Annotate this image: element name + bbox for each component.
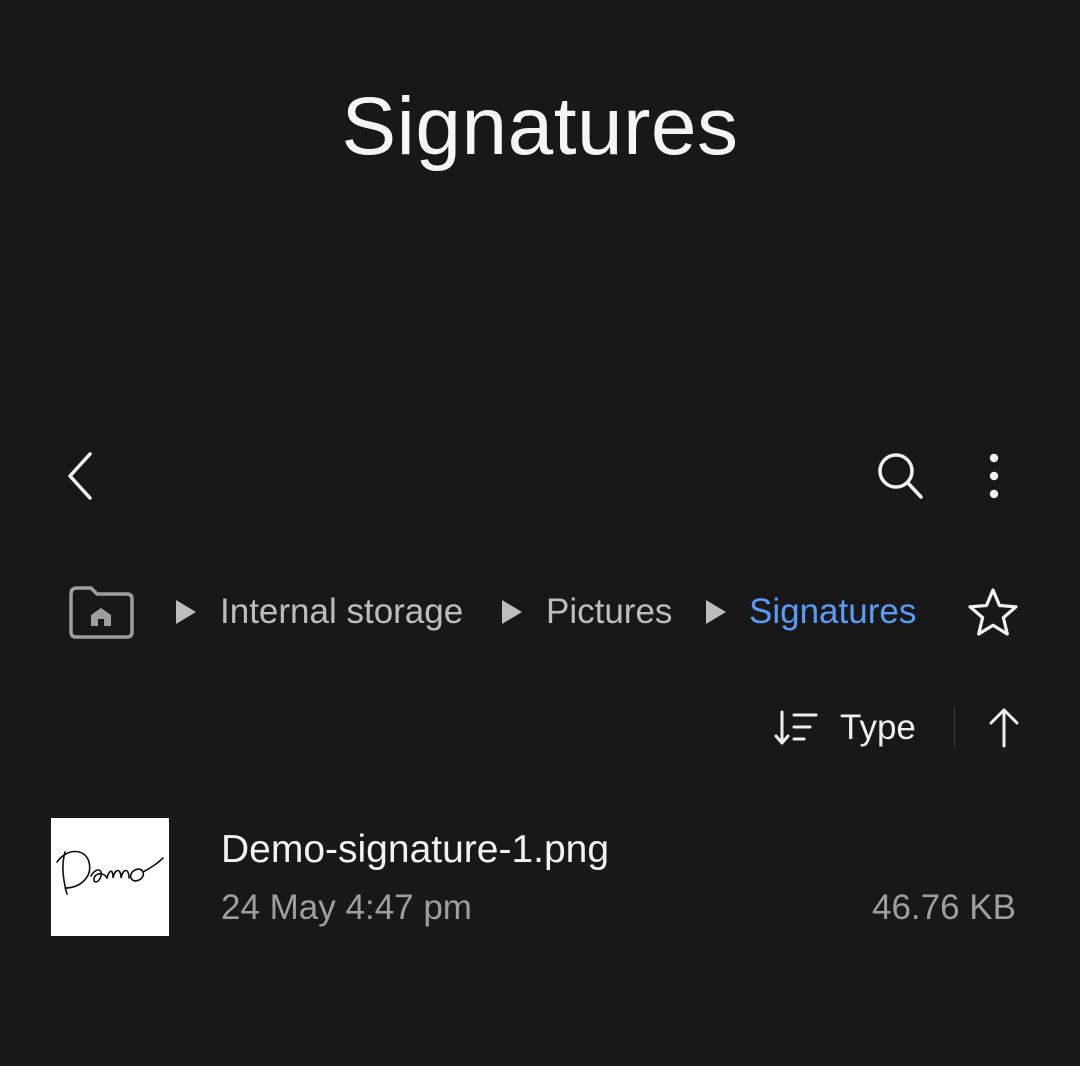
breadcrumb-separator-icon [176, 600, 196, 624]
toolbar [0, 440, 1080, 512]
file-list-item[interactable]: Demo-signature-1.png 24 May 4:47 pm 46.7… [0, 806, 1080, 950]
sort-type-button[interactable]: Type [774, 700, 916, 756]
sort-divider [954, 706, 955, 748]
file-size: 46.76 KB [872, 888, 1016, 927]
breadcrumb-separator-icon [502, 600, 522, 624]
sort-direction-button[interactable] [980, 700, 1028, 756]
sort-type-label: Type [840, 708, 916, 747]
breadcrumb: Internal storage Pictures Signatures [0, 572, 1080, 652]
page-title: Signatures [341, 81, 739, 172]
breadcrumb-item-signatures[interactable]: Signatures [749, 588, 916, 636]
sort-lines-icon [774, 710, 818, 745]
breadcrumb-item-internal-storage[interactable]: Internal storage [220, 588, 463, 636]
home-button[interactable] [64, 580, 138, 644]
chevron-left-icon [68, 452, 92, 500]
file-manager-screen: Signatures Internal storage Pictures Sig… [0, 0, 1080, 1066]
breadcrumb-item-pictures[interactable]: Pictures [546, 588, 672, 636]
signature-image [56, 850, 164, 895]
breadcrumb-separator-icon [706, 600, 726, 624]
search-icon [878, 453, 923, 499]
more-vertical-icon [989, 453, 999, 499]
home-folder-icon [69, 586, 134, 639]
file-date: 24 May 4:47 pm [221, 888, 472, 927]
favorite-button[interactable] [962, 582, 1024, 644]
back-button[interactable] [52, 444, 112, 508]
more-options-button[interactable] [964, 444, 1024, 508]
star-outline-icon [968, 588, 1018, 636]
file-name: Demo-signature-1.png [221, 828, 610, 871]
sort-bar: Type [0, 700, 1080, 756]
arrow-up-icon [989, 708, 1019, 748]
search-button[interactable] [868, 444, 932, 508]
file-thumbnail [51, 818, 169, 936]
